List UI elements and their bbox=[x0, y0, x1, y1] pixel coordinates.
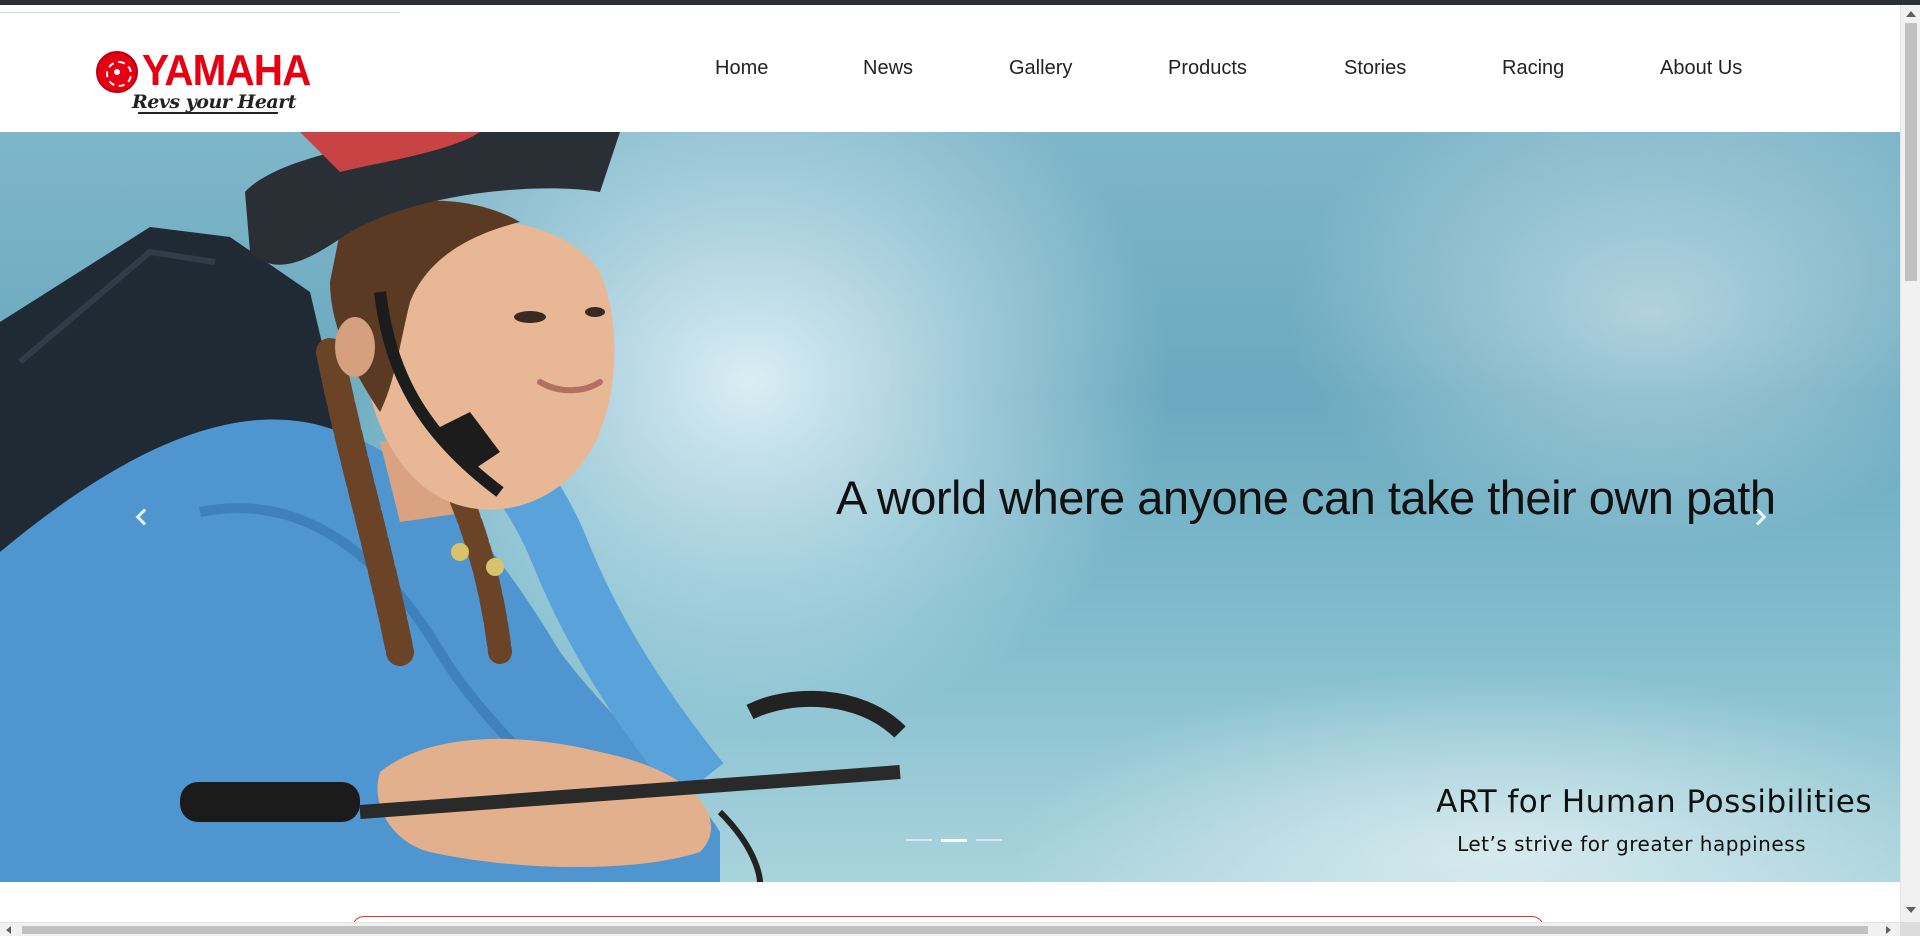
hero-art-subtitle: Let’s strive for greater happiness bbox=[1457, 832, 1806, 856]
vertical-scroll-thumb[interactable] bbox=[1905, 23, 1917, 281]
scrollbar-corner bbox=[1900, 922, 1920, 936]
scroll-left-icon[interactable] bbox=[6, 926, 11, 934]
nav-item-gallery[interactable]: Gallery bbox=[1009, 57, 1072, 80]
scroll-down-icon[interactable] bbox=[1906, 907, 1916, 913]
horizontal-scrollbar[interactable] bbox=[0, 922, 1900, 936]
nav-item-news[interactable]: News bbox=[863, 57, 913, 80]
hero-art-title: ART for Human Possibilities bbox=[1436, 784, 1872, 820]
hero-carousel: A world where anyone can take their own … bbox=[0, 132, 1900, 882]
main-nav: Home News Gallery Products Stories Racin… bbox=[0, 5, 1900, 132]
carousel-indicator[interactable] bbox=[976, 839, 1002, 841]
hero-headline: A world where anyone can take their own … bbox=[836, 471, 1776, 524]
content-below-hero bbox=[0, 882, 1900, 936]
nav-item-products[interactable]: Products bbox=[1168, 57, 1247, 80]
scroll-up-icon[interactable] bbox=[1906, 11, 1916, 17]
nav-item-stories[interactable]: Stories bbox=[1344, 57, 1406, 80]
chevron-right-icon bbox=[1749, 508, 1767, 526]
nav-item-racing[interactable]: Racing bbox=[1502, 57, 1564, 80]
carousel-prev-button[interactable] bbox=[124, 497, 164, 537]
vertical-scrollbar[interactable] bbox=[1900, 5, 1920, 922]
horizontal-scroll-thumb[interactable] bbox=[22, 926, 1868, 934]
scroll-right-icon[interactable] bbox=[1886, 926, 1891, 934]
chevron-left-icon bbox=[135, 508, 153, 526]
nav-item-about-us[interactable]: About Us bbox=[1660, 57, 1742, 80]
carousel-next-button[interactable] bbox=[1738, 497, 1778, 537]
nav-item-home[interactable]: Home bbox=[715, 57, 768, 80]
carousel-indicator[interactable] bbox=[906, 839, 932, 841]
carousel-indicators bbox=[906, 839, 1002, 842]
carousel-indicator-active[interactable] bbox=[941, 839, 967, 842]
site-header: YAMAHA Revs your Heart Home News Gallery… bbox=[0, 5, 1900, 132]
